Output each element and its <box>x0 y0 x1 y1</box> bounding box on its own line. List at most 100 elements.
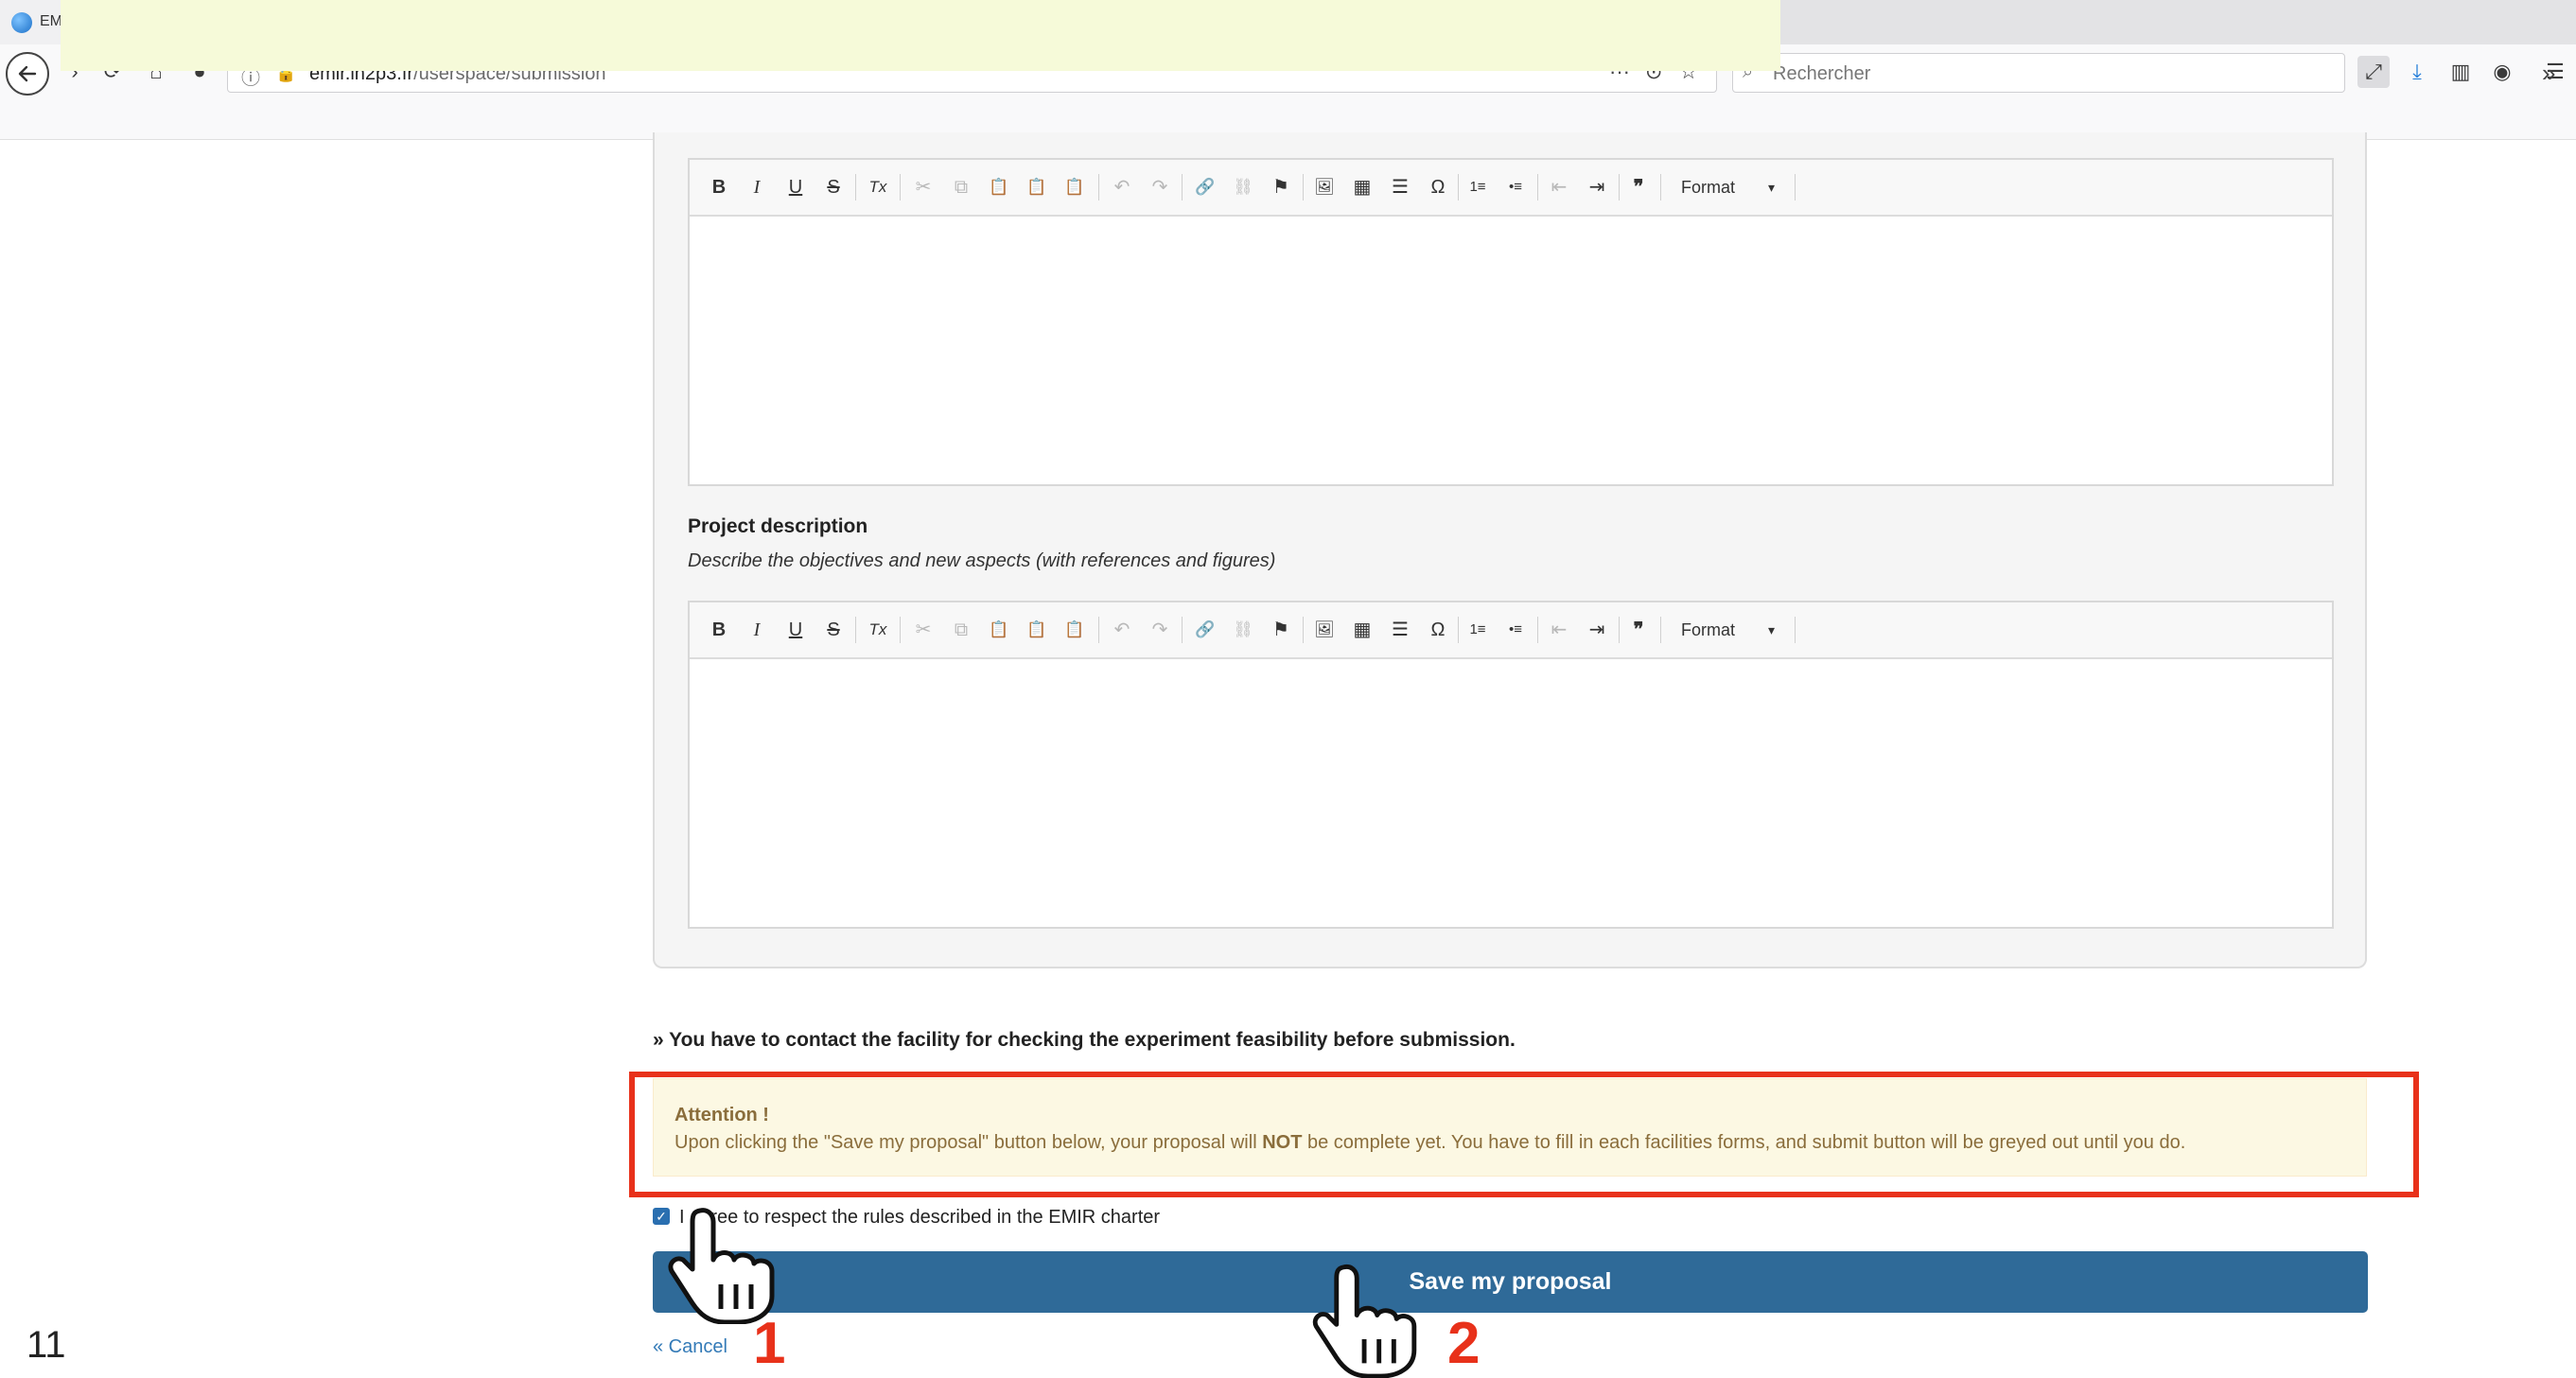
special-char-button[interactable]: Ω <box>1424 173 1452 201</box>
indent-button[interactable]: ⇥ <box>1583 616 1611 644</box>
outdent-button[interactable]: ⇤ <box>1545 173 1573 201</box>
toolbar-separator <box>1619 617 1620 643</box>
toolbar-separator <box>1182 617 1183 643</box>
cut-button[interactable]: ✂ <box>909 173 938 201</box>
toolbar-separator <box>1098 174 1099 201</box>
image-button[interactable]: 🖼 <box>1310 616 1339 644</box>
tab-title: EM <box>40 13 62 29</box>
bulleted-list-button[interactable]: •≡ <box>1501 173 1530 201</box>
feasibility-notice: » You have to contact the facility for c… <box>653 1029 1516 1051</box>
italic-button[interactable]: I <box>743 616 771 644</box>
project-description-editor: B I U S Tx ✂ ⧉ 📋 📋 📋 ↶ ↷ 🔗 ⛓ ⚑ 🖼 ▦ ☰ Ω 1… <box>688 601 2334 929</box>
paste-word-button[interactable]: 📋 <box>1060 616 1089 644</box>
numbered-list-button[interactable]: 1≡ <box>1463 616 1492 644</box>
back-button[interactable] <box>6 52 49 96</box>
step-1-label: 1 <box>753 1311 786 1376</box>
toolbar-separator <box>855 617 856 643</box>
bold-button[interactable]: B <box>705 616 733 644</box>
project-description-help: Describe the objectives and new aspects … <box>688 550 1276 571</box>
toolbar-separator <box>1660 617 1661 643</box>
unlink-button[interactable]: ⛓ <box>1229 616 1257 644</box>
toolbar-separator <box>1795 174 1796 201</box>
toolbar-separator <box>1458 174 1459 201</box>
horizontal-rule-button[interactable]: ☰ <box>1386 173 1414 201</box>
step-2-label: 2 <box>1447 1311 1481 1376</box>
table-button[interactable]: ▦ <box>1348 616 1376 644</box>
paste-button[interactable]: 📋 <box>985 173 1013 201</box>
project-description-label: Project description <box>688 515 868 537</box>
search-placeholder: Rechercher <box>1773 63 1871 84</box>
numbered-list-button[interactable]: 1≡ <box>1463 173 1492 201</box>
toolbar-separator <box>1182 174 1183 201</box>
copy-button[interactable]: ⧉ <box>947 616 975 644</box>
back-arrow-icon <box>18 65 37 82</box>
underline-button[interactable]: U <box>781 173 810 201</box>
save-proposal-button[interactable]: Save my proposal <box>653 1251 2368 1313</box>
toolbar-separator <box>1795 617 1796 643</box>
strike-button[interactable]: S <box>819 616 848 644</box>
fullscreen-icon[interactable]: ⤢ <box>2357 56 2390 88</box>
copy-button[interactable]: ⧉ <box>947 173 975 201</box>
sidebar-icon[interactable]: ▥ <box>2445 56 2477 88</box>
globe-icon <box>11 12 32 33</box>
anchor-button[interactable]: ⚑ <box>1267 173 1295 201</box>
remove-format-button[interactable]: Tx <box>864 616 892 644</box>
editor-content-area[interactable] <box>690 217 2332 484</box>
paste-text-button[interactable]: 📋 <box>1023 173 1051 201</box>
chevron-down-icon[interactable]: ▾ <box>1768 173 1796 201</box>
image-button[interactable]: 🖼 <box>1310 173 1339 201</box>
undo-button[interactable]: ↶ <box>1108 616 1136 644</box>
editor-toolbar: B I U S Tx ✂ ⧉ 📋 📋 📋 ↶ ↷ 🔗 ⛓ ⚑ 🖼 ▦ ☰ Ω 1… <box>690 602 2332 659</box>
toolbar-separator <box>1619 174 1620 201</box>
search-bar[interactable]: ⌕ Rechercher <box>1732 53 2345 93</box>
bold-button[interactable]: B <box>705 173 733 201</box>
overflow-chevron-icon[interactable]: » <box>2542 59 2555 88</box>
toolbar-separator <box>1537 617 1538 643</box>
underline-button[interactable]: U <box>781 616 810 644</box>
blockquote-button[interactable]: ❞ <box>1624 173 1653 201</box>
browser-tab[interactable]: EM <box>0 0 62 44</box>
paste-word-button[interactable]: 📋 <box>1060 173 1089 201</box>
blockquote-button[interactable]: ❞ <box>1624 616 1653 644</box>
paste-button[interactable]: 📋 <box>985 616 1013 644</box>
horizontal-rule-button[interactable]: ☰ <box>1386 616 1414 644</box>
strike-button[interactable]: S <box>819 173 848 201</box>
toolbar-separator <box>1660 174 1661 201</box>
cut-button[interactable]: ✂ <box>909 616 938 644</box>
undo-button[interactable]: ↶ <box>1108 173 1136 201</box>
bulleted-list-button[interactable]: •≡ <box>1501 616 1530 644</box>
redo-button[interactable]: ↷ <box>1146 173 1174 201</box>
italic-button[interactable]: I <box>743 173 771 201</box>
chevron-down-icon[interactable]: ▾ <box>1768 616 1796 644</box>
redo-button[interactable]: ↷ <box>1146 616 1174 644</box>
unlink-button[interactable]: ⛓ <box>1229 173 1257 201</box>
highlight-frame <box>629 1072 2419 1197</box>
toolbar-separator <box>900 617 901 643</box>
rich-text-editor-1: B I U S Tx ✂ ⧉ 📋 📋 📋 ↶ ↷ 🔗 ⛓ ⚑ 🖼 ▦ ☰ Ω 1… <box>688 158 2334 486</box>
toolbar-separator <box>1098 617 1099 643</box>
special-char-button[interactable]: Ω <box>1424 616 1452 644</box>
toolbar-separator <box>855 174 856 201</box>
table-button[interactable]: ▦ <box>1348 173 1376 201</box>
pointer-hand-icon <box>668 1208 775 1324</box>
outdent-button[interactable]: ⇤ <box>1545 616 1573 644</box>
toolbar-separator <box>1537 174 1538 201</box>
toolbar-separator <box>1458 617 1459 643</box>
toolbar-separator <box>900 174 901 201</box>
remove-format-button[interactable]: Tx <box>864 173 892 201</box>
toolbar-separator <box>1303 174 1304 201</box>
account-icon[interactable]: ◉ <box>2486 56 2518 88</box>
toolbar-separator <box>1303 617 1304 643</box>
notification-banner <box>61 0 1780 71</box>
editor-toolbar: B I U S Tx ✂ ⧉ 📋 📋 📋 ↶ ↷ 🔗 ⛓ ⚑ 🖼 ▦ ☰ Ω 1… <box>690 160 2332 217</box>
link-button[interactable]: 🔗 <box>1191 173 1219 201</box>
paste-text-button[interactable]: 📋 <box>1023 616 1051 644</box>
editor-content-area[interactable] <box>690 659 2332 927</box>
link-button[interactable]: 🔗 <box>1191 616 1219 644</box>
download-icon[interactable]: ⤓ <box>2401 56 2433 88</box>
pointer-hand-icon <box>1312 1264 1417 1378</box>
page-number: 11 <box>26 1324 66 1366</box>
anchor-button[interactable]: ⚑ <box>1267 616 1295 644</box>
cancel-link[interactable]: « Cancel <box>653 1336 727 1358</box>
indent-button[interactable]: ⇥ <box>1583 173 1611 201</box>
